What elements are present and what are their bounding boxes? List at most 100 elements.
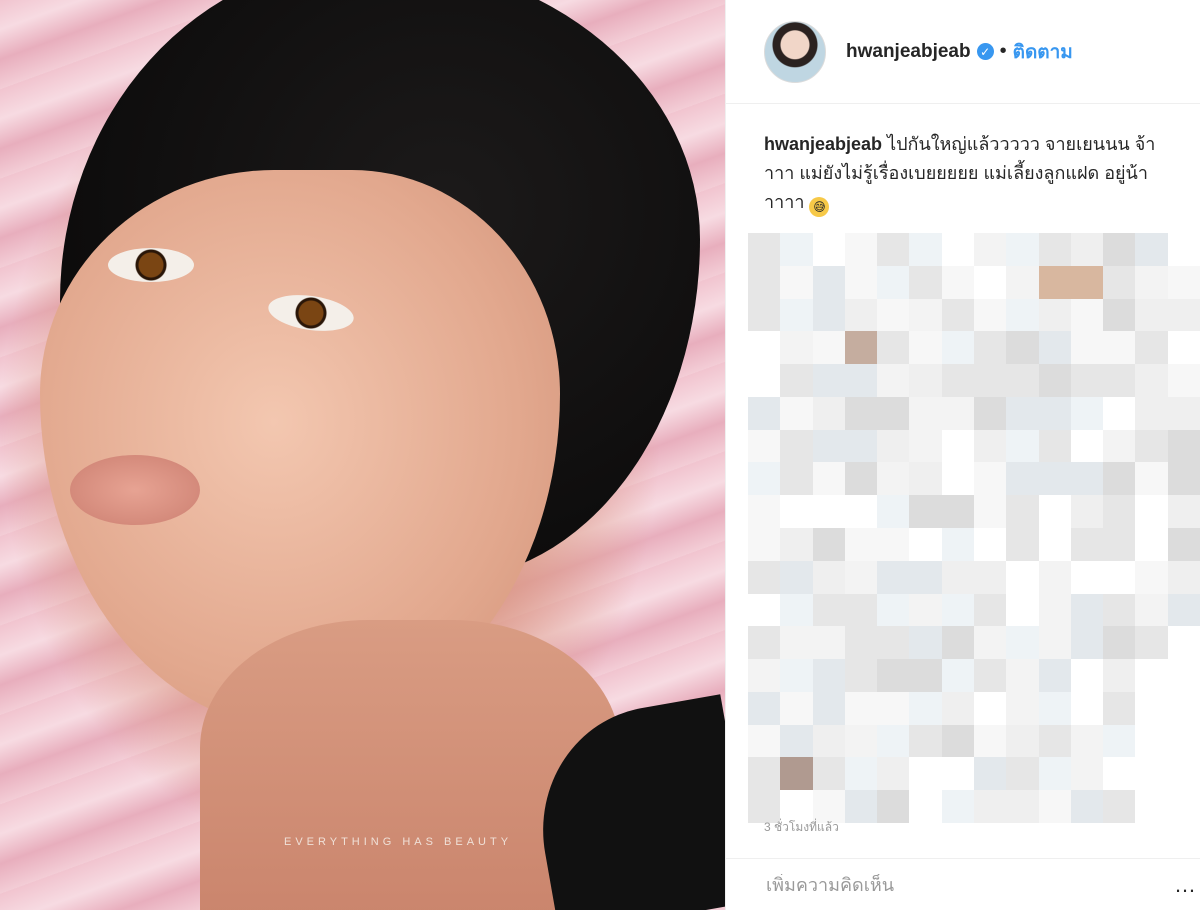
- mosaic-cell: [877, 364, 910, 397]
- mosaic-cell: [1070, 233, 1104, 266]
- mosaic-cell: [909, 691, 942, 725]
- mosaic-cell: [1167, 429, 1200, 463]
- mosaic-cell: [1006, 691, 1039, 725]
- mosaic-cell: [1006, 364, 1039, 397]
- mosaic-cell: [973, 331, 1007, 365]
- mosaic-cell: [941, 593, 974, 627]
- mosaic-cell: [941, 298, 974, 332]
- mosaic-cell: [1038, 495, 1071, 528]
- mosaic-cell: [909, 265, 942, 299]
- mosaic-cell: [1167, 724, 1200, 758]
- mosaic-cell: [748, 495, 781, 528]
- mosaic-cell: [1070, 659, 1104, 692]
- mosaic-cell: [1103, 396, 1136, 430]
- mosaic-cell: [748, 560, 781, 594]
- mosaic-cell: [1167, 659, 1200, 692]
- mosaic-cell: [1135, 364, 1168, 397]
- mosaic-cell: [844, 364, 878, 397]
- mosaic-cell: [973, 233, 1007, 266]
- photo-tagline: EVERYTHING HAS BEAUTY: [284, 836, 513, 848]
- caption-emoji: 😅: [809, 197, 830, 217]
- mosaic-cell: [780, 396, 813, 430]
- post-timestamp[interactable]: 3 ชั่วโมงที่แล้ว: [764, 818, 839, 837]
- comment-input[interactable]: [764, 873, 1166, 897]
- mosaic-cell: [1070, 724, 1104, 758]
- mosaic-cell: [812, 233, 845, 266]
- mosaic-cell: [1103, 724, 1136, 758]
- mosaic-cell: [1135, 331, 1168, 365]
- caption-username[interactable]: hwanjeabjeab: [764, 134, 882, 154]
- mosaic-cell: [1006, 265, 1039, 299]
- mosaic-cell: [748, 528, 781, 561]
- mosaic-cell: [1038, 265, 1071, 299]
- mosaic-cell: [1038, 593, 1071, 627]
- mosaic-cell: [1070, 691, 1104, 725]
- mosaic-cell: [973, 659, 1007, 692]
- mosaic-cell: [748, 757, 781, 791]
- mosaic-cell: [1038, 757, 1071, 791]
- mosaic-cell: [1103, 528, 1136, 561]
- mosaic-cell: [1006, 724, 1039, 758]
- profile-username[interactable]: hwanjeabjeab: [846, 41, 971, 63]
- mosaic-cell: [973, 462, 1007, 496]
- mosaic-cell: [1070, 626, 1104, 660]
- mosaic-cell: [1006, 560, 1039, 594]
- mosaic-cell: [1038, 691, 1071, 725]
- pixelated-comments: [748, 233, 1200, 823]
- mosaic-cell: [812, 724, 845, 758]
- mosaic-cell: [877, 626, 910, 660]
- mosaic-cell: [1070, 298, 1104, 332]
- mosaic-cell: [1038, 396, 1071, 430]
- post-photo[interactable]: EVERYTHING HAS BEAUTY: [0, 0, 725, 910]
- mosaic-cell: [909, 462, 942, 496]
- avatar[interactable]: [764, 20, 826, 83]
- mosaic-cell: [973, 429, 1007, 463]
- mosaic-cell: [844, 757, 878, 791]
- mosaic-cell: [1135, 233, 1168, 266]
- mosaic-cell: [909, 757, 942, 791]
- mosaic-cell: [877, 396, 910, 430]
- mosaic-cell: [812, 626, 845, 660]
- mosaic-cell: [1070, 364, 1104, 397]
- mosaic-cell: [780, 560, 813, 594]
- mosaic-cell: [941, 626, 974, 660]
- mosaic-cell: [877, 298, 910, 332]
- mosaic-cell: [1038, 462, 1071, 496]
- mosaic-cell: [1006, 462, 1039, 496]
- mosaic-cell: [780, 691, 813, 725]
- mosaic-cell: [1038, 626, 1071, 660]
- mosaic-cell: [748, 659, 781, 692]
- mosaic-cell: [1070, 593, 1104, 627]
- mosaic-cell: [1167, 265, 1200, 299]
- mosaic-cell: [780, 626, 813, 660]
- mosaic-cell: [1038, 331, 1071, 365]
- mosaic-cell: [909, 298, 942, 332]
- mosaic-cell: [941, 233, 974, 266]
- mosaic-cell: [909, 364, 942, 397]
- more-options-icon[interactable]: …: [1166, 872, 1200, 898]
- mosaic-cell: [941, 528, 974, 561]
- mosaic-cell: [780, 528, 813, 561]
- mosaic-cell: [748, 626, 781, 660]
- mosaic-cell: [844, 396, 878, 430]
- mosaic-cell: [1038, 233, 1071, 266]
- mosaic-cell: [844, 495, 878, 528]
- mosaic-cell: [909, 528, 942, 561]
- separator-dot: •: [999, 40, 1007, 62]
- mosaic-cell: [1135, 593, 1168, 627]
- mosaic-cell: [877, 560, 910, 594]
- follow-button[interactable]: ติดตาม: [1013, 37, 1073, 67]
- mosaic-cell: [780, 429, 813, 463]
- mosaic-cell: [780, 659, 813, 692]
- mosaic-cell: [780, 462, 813, 496]
- mosaic-cell: [748, 724, 781, 758]
- mosaic-cell: [1167, 691, 1200, 725]
- mosaic-cell: [1103, 298, 1136, 332]
- mosaic-cell: [1135, 626, 1168, 660]
- mosaic-cell: [812, 396, 845, 430]
- photo-eye-left: [108, 248, 194, 282]
- mosaic-cell: [973, 790, 1007, 823]
- mosaic-cell: [1167, 560, 1200, 594]
- mosaic-cell: [1167, 790, 1200, 823]
- mosaic-cell: [909, 495, 942, 528]
